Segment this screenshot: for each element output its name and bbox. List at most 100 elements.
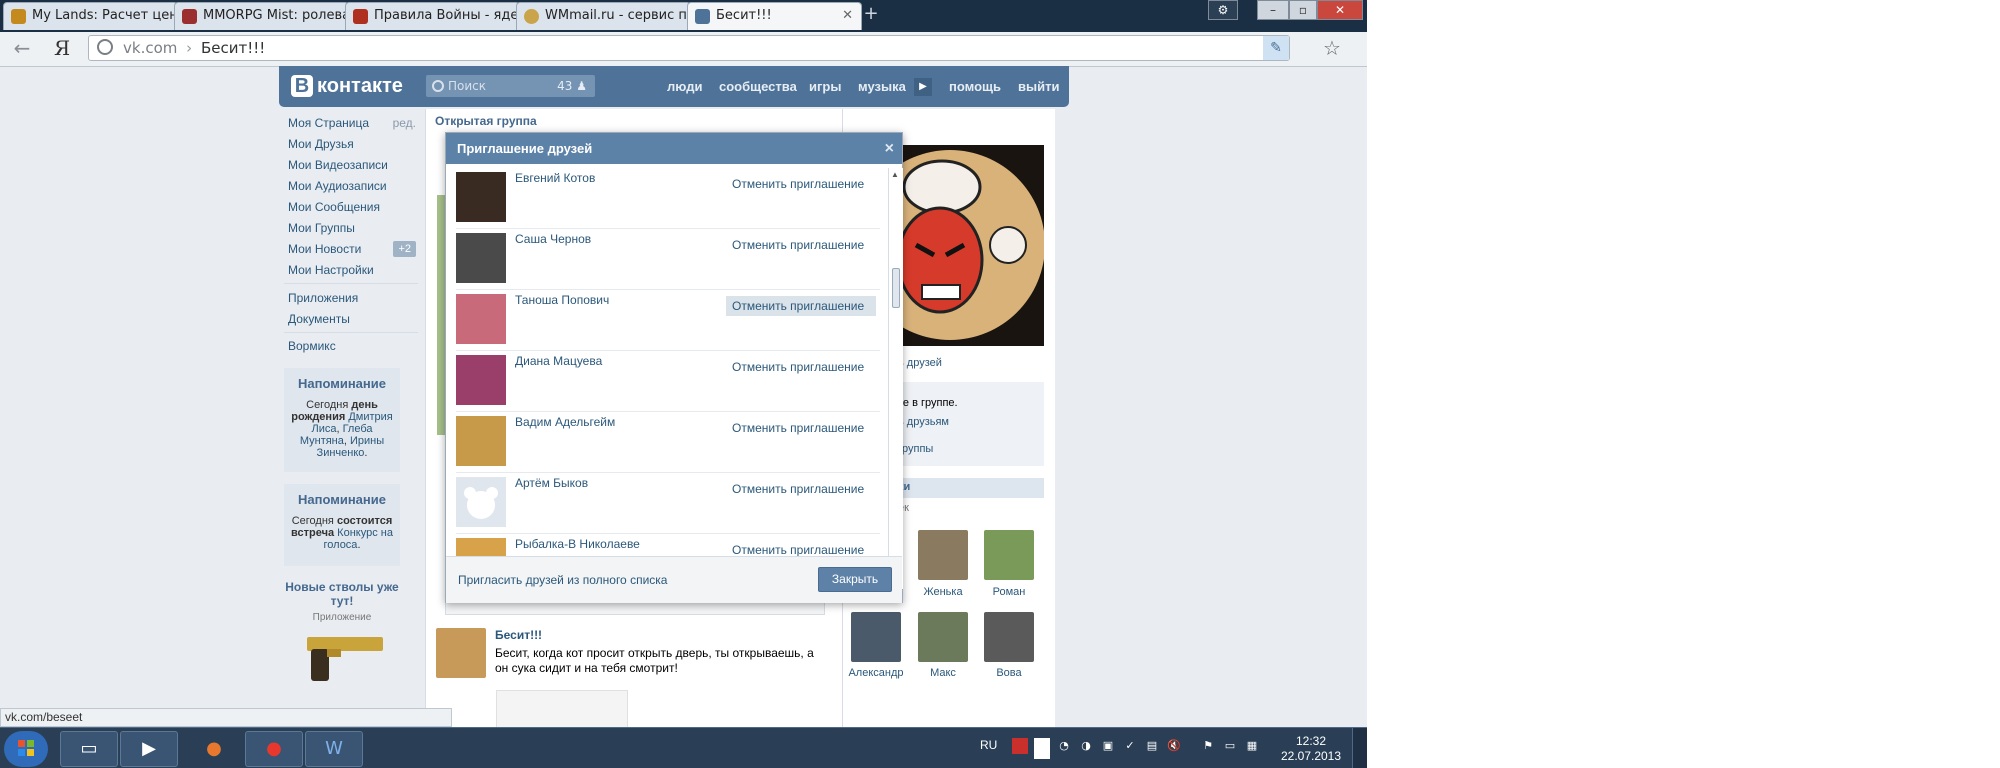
friend-name[interactable]: Артём Быков (515, 476, 588, 490)
nav-music[interactable]: музыка (858, 66, 906, 107)
tell-friends-link[interactable]: ь друзьям (898, 416, 949, 428)
friend-name[interactable]: Вадим Адельгейм (515, 415, 615, 429)
member-name[interactable]: Женька (913, 586, 973, 598)
action-center-flag-icon[interactable]: ⚑ (1200, 738, 1216, 754)
show-desktop-button[interactable] (1352, 728, 1367, 768)
tab-besit[interactable]: Бесит!!! ✕ (687, 2, 862, 30)
tab-pravila-voiny[interactable]: Правила Войны - ядерная (345, 2, 520, 30)
friend-photo[interactable] (456, 416, 506, 466)
back-arrow-icon[interactable]: ← (10, 36, 34, 60)
pin-icon[interactable]: ✎ (1263, 36, 1289, 60)
russian-flag-tray-icon[interactable] (1034, 738, 1050, 759)
menu-apps[interactable]: Приложения (288, 288, 358, 308)
menu-docs[interactable]: Документы (288, 309, 350, 329)
leave-group-link[interactable]: группы (898, 443, 933, 455)
tab-close-icon[interactable]: ✕ (842, 3, 853, 29)
system-clock[interactable]: 12:32 22.07.2013 (1276, 734, 1346, 764)
security-tray-icon[interactable]: ✓ (1122, 738, 1138, 754)
menu-my-audio[interactable]: Мои Аудиозаписи (288, 176, 387, 196)
member-avatar[interactable] (851, 612, 901, 662)
tab-wmmail[interactable]: WMmail.ru - сервис по (516, 2, 691, 30)
invite-from-full-list-link[interactable]: Пригласить друзей из полного списка (458, 573, 667, 587)
cancel-invite-button[interactable]: Отменить приглашение (726, 174, 876, 194)
word-taskbar-button[interactable]: W (305, 731, 363, 767)
firefox-taskbar-button[interactable]: ● (185, 731, 243, 767)
member-name[interactable]: Макс (913, 667, 973, 679)
friend-photo[interactable] (456, 172, 506, 222)
nav-communities[interactable]: сообщества (719, 66, 797, 107)
close-button[interactable]: Закрыть (818, 567, 892, 592)
menu-edit-link[interactable]: ред. (393, 113, 416, 133)
dialog-close-icon[interactable]: × (885, 133, 894, 164)
adobe-tray-icon[interactable] (1012, 738, 1028, 754)
yandex-button[interactable]: Я (54, 36, 74, 60)
cancel-invite-button[interactable]: Отменить приглашение (726, 357, 876, 377)
maximize-button[interactable]: ▫ (1289, 0, 1317, 20)
cancel-invite-button[interactable]: Отменить приглашение (726, 418, 876, 438)
vk-search-input[interactable]: Поиск 43 ♟ (426, 75, 595, 97)
friend-photo[interactable] (456, 477, 506, 527)
nav-games[interactable]: игры (809, 66, 841, 107)
explorer-taskbar-button[interactable]: ▭ (60, 731, 118, 767)
friend-photo[interactable] (456, 294, 506, 344)
display-tray-icon[interactable]: ▭ (1222, 738, 1238, 754)
member-name[interactable]: Александр (846, 667, 906, 679)
friend-photo[interactable] (456, 355, 506, 405)
minimize-button[interactable]: – (1257, 0, 1289, 20)
member-avatar[interactable] (984, 612, 1034, 662)
sync-tray-icon[interactable]: ◑ (1078, 738, 1094, 754)
nav-people[interactable]: люди (667, 66, 702, 107)
friend-name[interactable]: Саша Чернов (515, 232, 591, 246)
menu-my-news[interactable]: Мои Новости +2 (288, 239, 418, 259)
menu-my-settings[interactable]: Мои Настройки (288, 260, 374, 280)
menu-my-page[interactable]: Моя Страница (288, 113, 369, 133)
menu-my-friends[interactable]: Мои Друзья (288, 134, 354, 154)
language-indicator[interactable]: RU (980, 738, 997, 752)
close-window-button[interactable]: ✕ (1317, 0, 1363, 20)
menu-wormix[interactable]: Вормикс (288, 336, 336, 356)
menu-my-videos[interactable]: Мои Видеозаписи (288, 155, 388, 175)
friend-name[interactable]: Таноша Попович (515, 293, 609, 307)
friend-name[interactable]: Рыбалка-В Николаеве (515, 537, 640, 551)
settings-gear-icon[interactable]: ⚙ (1208, 0, 1238, 20)
address-bar[interactable]: vk.com › Бесит!!! ✎ (88, 35, 1290, 61)
invite-friends-link[interactable]: ь друзей (898, 357, 942, 369)
member-name[interactable]: Вова (979, 667, 1039, 679)
friend-photo[interactable] (456, 233, 506, 283)
play-arrow-icon[interactable]: ▶ (914, 78, 932, 96)
post-author-avatar[interactable] (436, 628, 486, 678)
cancel-invite-button[interactable]: Отменить приглашение (726, 479, 876, 499)
cancel-invite-button[interactable]: Отменить приглашение (726, 296, 876, 316)
page-info-icon[interactable] (97, 39, 113, 55)
nav-logout[interactable]: выйти (1018, 66, 1059, 107)
tab-mmorpg-mist[interactable]: MMORPG Mist: ролевая (174, 2, 349, 30)
post-author[interactable]: Бесит!!! (495, 628, 542, 642)
post-attachment[interactable] (496, 690, 628, 732)
bookmark-star-icon[interactable]: ☆ (1320, 36, 1344, 60)
nav-help[interactable]: помощь (949, 66, 1001, 107)
network-tray-icon[interactable]: ◔ (1056, 738, 1072, 754)
member-avatar[interactable] (918, 612, 968, 662)
start-button[interactable] (4, 731, 48, 767)
tab-my-lands[interactable]: My Lands: Расчет цены (3, 2, 178, 30)
group-avatar[interactable] (880, 145, 1044, 346)
friend-name[interactable]: Диана Мацуева (515, 354, 602, 368)
media-player-taskbar-button[interactable]: ▶ (120, 731, 178, 767)
volume-muted-icon[interactable]: 🔇 (1166, 738, 1182, 754)
friends-list-scrollbar[interactable]: ▲ ▼ (888, 168, 903, 589)
friend-name[interactable]: Евгений Котов (515, 171, 595, 185)
network-status-icon[interactable]: ▦ (1244, 738, 1260, 754)
member-avatar[interactable] (918, 530, 968, 580)
new-tab-button[interactable]: + (862, 5, 880, 25)
scrollbar-thumb[interactable] (892, 268, 900, 308)
menu-my-groups[interactable]: Мои Группы (288, 218, 355, 238)
member-name[interactable]: Роман (979, 586, 1039, 598)
usb-tray-icon[interactable]: ▣ (1100, 738, 1116, 754)
scroll-up-icon[interactable]: ▲ (891, 170, 899, 179)
promo-block[interactable]: Новые стволы уже тут! Приложение (284, 580, 400, 690)
monitor-tray-icon[interactable]: ▤ (1144, 738, 1160, 754)
menu-my-messages[interactable]: Мои Сообщения (288, 197, 380, 217)
member-avatar[interactable] (984, 530, 1034, 580)
cancel-invite-button[interactable]: Отменить приглашение (726, 235, 876, 255)
yandex-taskbar-button[interactable]: ● (245, 731, 303, 767)
